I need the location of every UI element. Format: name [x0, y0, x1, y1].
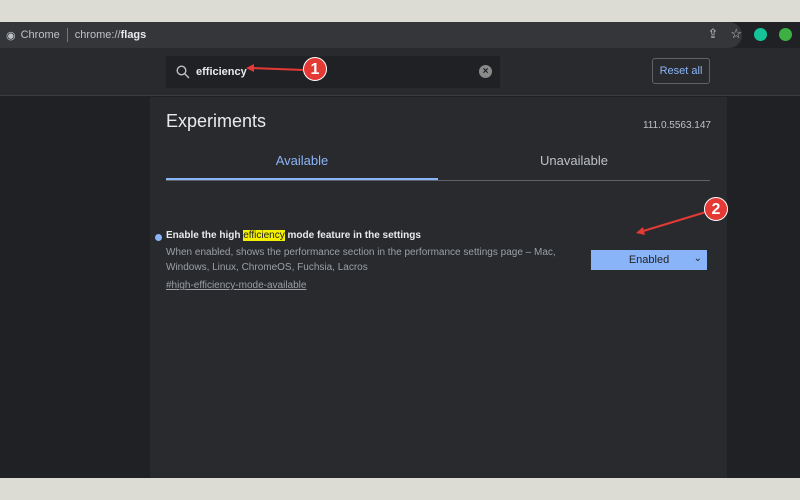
annotation-badge-2: 2	[704, 197, 728, 221]
annotation-badge-1: 1	[303, 57, 327, 81]
arrow-1	[249, 67, 305, 71]
arrow-2	[639, 211, 707, 233]
annotation-arrows	[246, 64, 707, 235]
arrow-head-1	[246, 64, 254, 72]
arrow-head-2	[636, 227, 645, 235]
